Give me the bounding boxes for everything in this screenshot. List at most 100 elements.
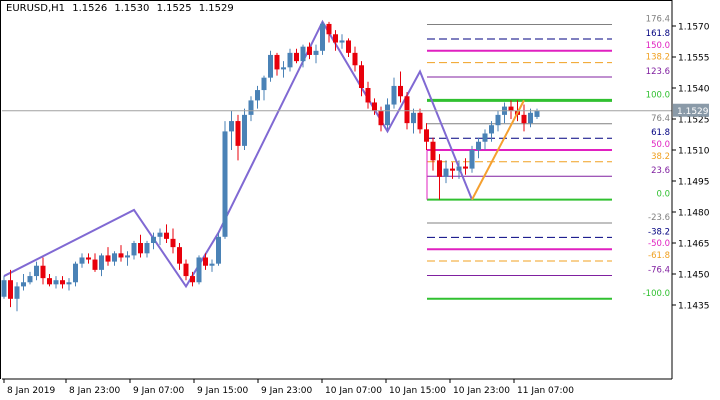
candle [53,276,59,289]
candle-body [229,121,234,132]
fib-level-label: -23.6 [648,213,670,223]
candle-body [255,90,260,101]
candle [73,261,78,287]
candle-body [209,263,215,266]
candle-body [391,85,397,105]
candle-body [268,54,273,78]
candle [443,160,449,184]
candle-body [307,46,312,55]
x-tick-label: 8 Jan 23:00 [69,386,121,396]
fib-level-label: 161.8 [646,29,670,39]
candle-body [99,255,104,270]
candle-body [463,166,468,169]
x-tick-label: 11 Jan 07:00 [517,386,574,396]
candle-body [476,141,481,150]
candle-body [521,114,527,124]
fibonacci-levels [426,24,612,300]
candle-body [14,286,20,299]
candle-body [365,88,371,103]
x-tick-label: 9 Jan 23:00 [261,386,313,396]
candle-body [339,40,345,43]
fib-level-label: 23.6 [651,166,670,176]
candle [274,52,280,76]
candle-body [183,263,189,277]
candle-body [489,125,494,134]
candle-body [222,131,228,237]
candle [352,46,358,72]
candle [14,282,20,312]
candle-body [450,168,455,171]
fib-level-label: 38.2 [651,152,670,162]
candle [242,108,247,150]
candle [287,48,293,72]
candle [157,228,163,246]
candle [34,261,39,281]
candle [430,137,436,171]
candle-body [86,257,91,260]
candle-body [469,150,475,169]
candle-body [248,100,254,115]
fib-level-label: 76.4 [651,114,670,124]
candle [40,257,46,285]
candle [281,61,286,78]
candle [248,96,254,122]
candle [502,102,507,124]
candle [398,71,403,103]
candle-body [138,243,143,254]
candle [99,253,104,277]
candle-body [534,110,540,117]
candle-body [495,114,501,126]
candle [27,271,33,285]
candle-body [456,166,462,171]
candle-body [242,114,247,146]
candle-body [346,40,351,53]
fib-level-label: -76.4 [648,265,670,275]
candle-body [190,276,195,283]
candle-body [34,265,39,277]
candle [365,81,371,109]
candle-body [170,238,176,248]
candle [105,247,111,266]
candle-body [398,85,403,97]
candle [424,123,429,150]
candle [339,34,345,49]
symbol-timeframe: EURUSD,H1 [6,3,66,14]
candle [294,48,299,64]
fib-level-label: 61.8 [651,128,670,138]
candle-body [385,104,390,126]
x-tick-label: 10 Jan 15:00 [389,386,446,396]
candle [21,274,26,291]
candle [66,278,72,291]
x-tick-label: 10 Jan 23:00 [453,386,510,396]
candle-body [235,121,241,146]
candle-body [8,280,13,299]
y-tick-label: 1.1540 [678,85,710,95]
candle-body [261,77,267,91]
candle [222,121,228,239]
candle [196,255,202,285]
candle-body [47,278,52,285]
candle [118,245,124,262]
x-tick-label: 10 Jan 07:00 [325,386,382,396]
candle [528,108,533,128]
y-tick-label: 1.1555 [678,54,710,64]
candle [125,251,130,266]
candle-body [157,232,163,237]
candle [385,98,390,130]
fib-level-label: 100.0 [646,90,670,100]
candle [60,276,65,289]
candle-body [424,129,429,142]
candle-body [294,52,299,62]
fib-level-label: 138.2 [646,53,670,63]
candle [391,77,397,109]
candle [131,240,137,260]
fib-level-label: -50.0 [648,239,670,249]
high-price: 1.1530 [114,3,150,14]
candle-body [131,243,137,256]
candle-body [164,232,169,239]
price-chart[interactable]: 176.4 161.8 150.0 138.2 123.6 100.0 76.4 61.8 50… [0,0,720,400]
candle-body [27,276,33,283]
candle [417,108,423,134]
x-tick-label: 9 Jan 15:00 [197,386,249,396]
candle [463,158,468,175]
